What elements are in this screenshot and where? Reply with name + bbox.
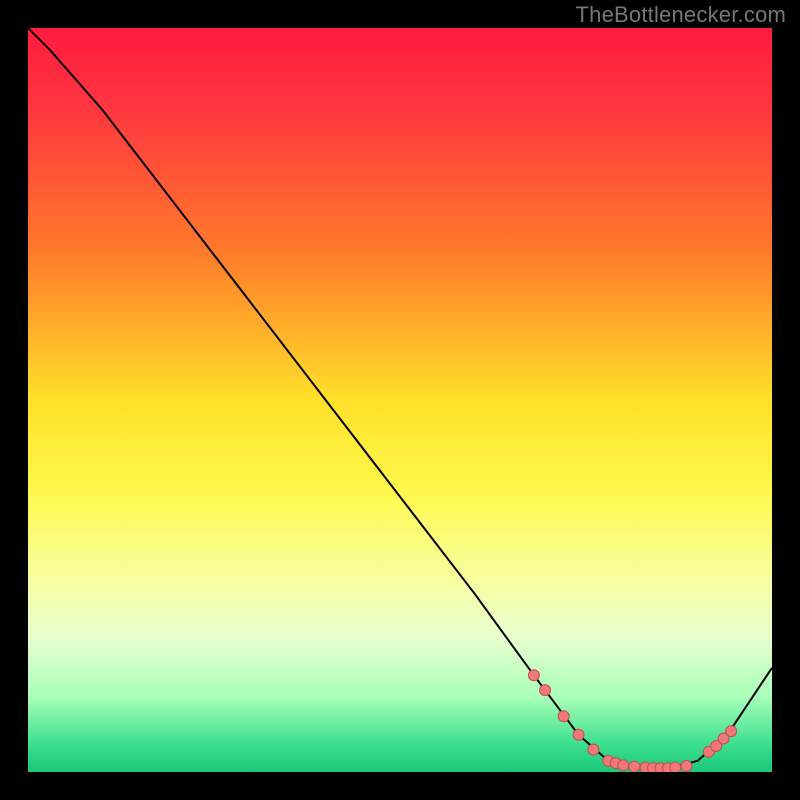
attribution-text: TheBottlenecker.com (576, 2, 786, 28)
data-dot (558, 711, 569, 722)
data-dot (588, 744, 599, 755)
chart-svg (28, 28, 772, 772)
data-dot (540, 685, 551, 696)
gradient-background (28, 28, 772, 772)
data-dot (681, 761, 692, 772)
chart-frame: TheBottlenecker.com (0, 0, 800, 800)
data-dot (629, 761, 640, 772)
plot-area (28, 28, 772, 772)
data-dot (726, 726, 737, 737)
data-dot (618, 760, 629, 771)
data-dot (670, 762, 681, 772)
data-dot (573, 729, 584, 740)
data-dot (528, 670, 539, 681)
